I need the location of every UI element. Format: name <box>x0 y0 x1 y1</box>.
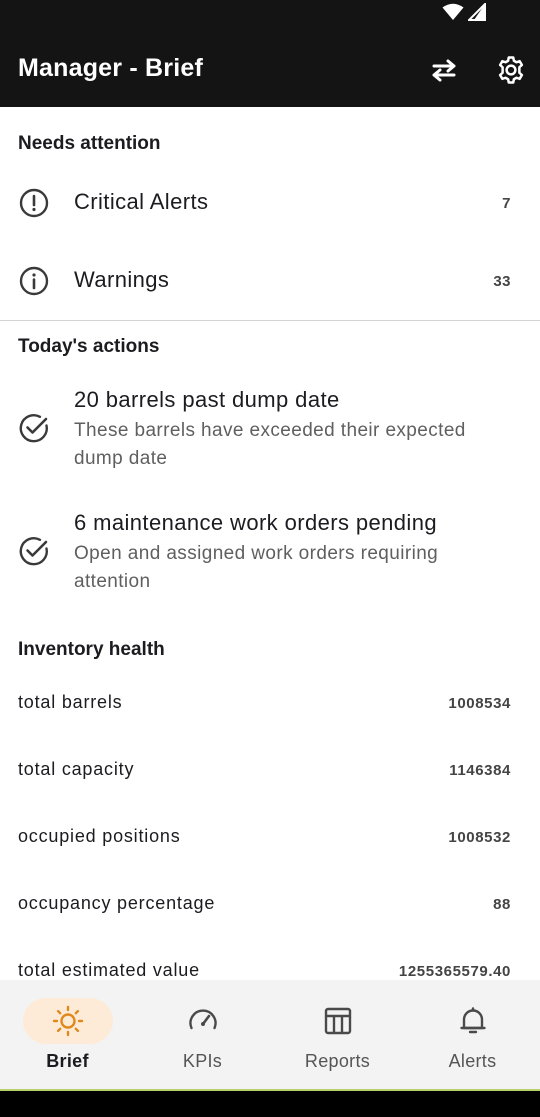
action-subtitle: These barrels have exceeded their expect… <box>74 420 466 469</box>
inventory-label: occupancy percentage <box>18 893 216 913</box>
nav-active-indicator <box>22 998 113 1044</box>
inventory-row-total-barrels: total barrels 1008534 <box>0 687 540 727</box>
inventory-value: 1008534 <box>448 695 511 712</box>
bottom-navigation: Brief KPIs Reports Alerts <box>0 980 540 1090</box>
critical-alerts-count: 7 <box>502 195 511 212</box>
nav-item-reports[interactable]: Reports <box>270 980 405 1090</box>
warnings-count: 33 <box>493 273 511 290</box>
inventory-health-heading: Inventory health <box>18 639 165 660</box>
nav-label: Brief <box>46 1051 89 1071</box>
inventory-value: 1008532 <box>448 829 511 846</box>
brief-content[interactable]: Needs attention Critical Alerts 7 Warnin… <box>0 107 540 980</box>
nav-label: Reports <box>304 1051 371 1071</box>
status-icons <box>442 3 486 21</box>
info-circle-icon <box>19 266 49 296</box>
bell-icon <box>459 1007 486 1034</box>
settings-button[interactable] <box>491 50 531 90</box>
critical-alerts-label: Critical Alerts <box>74 189 209 214</box>
nav-label: KPIs <box>182 1051 223 1071</box>
alert-circle-icon <box>19 188 49 218</box>
action-item-work-orders[interactable]: 6 maintenance work orders pending Open a… <box>0 500 540 610</box>
speedometer-icon <box>188 1009 217 1030</box>
table-icon <box>324 1007 351 1035</box>
nav-label: Alerts <box>448 1051 497 1071</box>
signal-icon <box>468 3 486 21</box>
inventory-label: total estimated value <box>18 960 200 980</box>
warnings-label: Warnings <box>74 267 170 292</box>
action-title: 6 maintenance work orders pending <box>74 510 437 535</box>
inventory-value: 88 <box>493 896 511 913</box>
inventory-label: total capacity <box>18 759 135 779</box>
system-navigation-bar <box>0 1091 540 1117</box>
action-subtitle: Open and assigned work orders requiring … <box>74 543 439 592</box>
needs-attention-heading: Needs attention <box>18 133 161 154</box>
nav-item-brief[interactable]: Brief <box>0 980 135 1090</box>
wifi-icon <box>442 3 464 20</box>
check-circle-icon <box>19 414 48 443</box>
inventory-row-occupancy-percentage: occupancy percentage 88 <box>0 888 540 928</box>
check-circle-icon <box>19 537 48 566</box>
inventory-row-total-estimated-value: total estimated value 1255365579.40 <box>0 955 540 980</box>
app-bar: Manager - Brief <box>0 36 540 107</box>
nav-icon-container <box>158 998 248 1044</box>
inventory-label: total barrels <box>18 692 123 712</box>
nav-item-alerts[interactable]: Alerts <box>405 980 540 1090</box>
sun-icon <box>52 1005 83 1037</box>
warnings-row[interactable]: Warnings 33 <box>0 247 540 315</box>
gear-icon <box>498 56 524 84</box>
inventory-value: 1255365579.40 <box>398 963 511 980</box>
inventory-row-occupied-positions: occupied positions 1008532 <box>0 821 540 861</box>
nav-icon-container <box>428 998 518 1044</box>
nav-icon-container <box>293 998 383 1044</box>
swap-arrows-icon <box>432 59 456 82</box>
inventory-value: 1146384 <box>449 762 511 779</box>
inventory-label: occupied positions <box>18 826 181 846</box>
todays-actions-heading: Today's actions <box>18 336 160 357</box>
action-item-barrels[interactable]: 20 barrels past dump date These barrels … <box>0 377 540 487</box>
inventory-row-total-capacity: total capacity 1146384 <box>0 754 540 794</box>
section-divider <box>0 320 540 321</box>
nav-item-kpis[interactable]: KPIs <box>135 980 270 1090</box>
critical-alerts-row[interactable]: Critical Alerts 7 <box>0 169 540 237</box>
status-bar <box>0 0 540 36</box>
switch-role-button[interactable] <box>424 50 464 90</box>
page-title: Manager - Brief <box>18 54 203 82</box>
action-title: 20 barrels past dump date <box>74 387 340 412</box>
